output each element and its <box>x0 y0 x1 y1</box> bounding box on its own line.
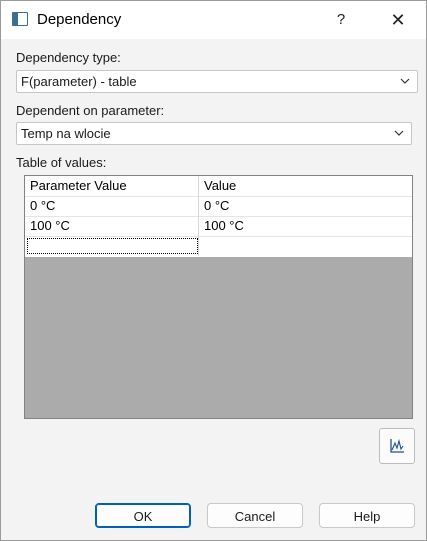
table-cell[interactable]: 100 °C <box>199 216 412 236</box>
dependent-on-value: Temp na wlocie <box>21 126 111 141</box>
close-button[interactable]: ✕ <box>381 1 415 39</box>
new-row-cell[interactable] <box>199 236 412 256</box>
table-cell[interactable]: 0 °C <box>199 196 412 216</box>
values-table[interactable]: Parameter Value Value 0 °C 0 °C 100 °C 1… <box>24 175 413 419</box>
cancel-button[interactable]: Cancel <box>207 503 303 528</box>
dependency-type-value: F(parameter) - table <box>21 74 137 89</box>
dependency-dialog: Dependency ? ✕ Dependency type: F(parame… <box>0 0 427 541</box>
chart-button[interactable] <box>379 428 415 464</box>
title-help-button[interactable]: ? <box>324 1 358 39</box>
dependent-on-select[interactable]: Temp na wlocie <box>16 122 412 145</box>
table-row[interactable]: 0 °C 0 °C <box>25 196 412 217</box>
column-header-value[interactable]: Value <box>199 176 412 196</box>
dependency-type-label: Dependency type: <box>16 50 121 65</box>
table-cell[interactable]: 100 °C <box>25 216 199 236</box>
window-title: Dependency <box>37 11 122 28</box>
new-row-edit-focus[interactable] <box>27 238 198 254</box>
column-header-parameter-value[interactable]: Parameter Value <box>25 176 199 196</box>
chevron-down-icon <box>400 78 410 84</box>
table-header-row: Parameter Value Value <box>25 176 412 197</box>
table-row[interactable]: 100 °C 100 °C <box>25 216 412 237</box>
chevron-down-icon <box>394 130 404 136</box>
dependency-type-select[interactable]: F(parameter) - table <box>16 70 418 93</box>
values-table-body: Parameter Value Value 0 °C 0 °C 100 °C 1… <box>25 176 412 257</box>
help-button[interactable]: Help <box>319 503 415 528</box>
app-window-icon <box>12 12 28 26</box>
ok-button[interactable]: OK <box>95 503 191 528</box>
dependent-on-label: Dependent on parameter: <box>16 103 165 118</box>
close-icon: ✕ <box>390 10 406 30</box>
table-of-values-label: Table of values: <box>16 155 107 170</box>
chart-icon <box>390 438 404 453</box>
table-cell[interactable]: 0 °C <box>25 196 199 216</box>
title-bar: Dependency ? ✕ <box>1 1 426 39</box>
